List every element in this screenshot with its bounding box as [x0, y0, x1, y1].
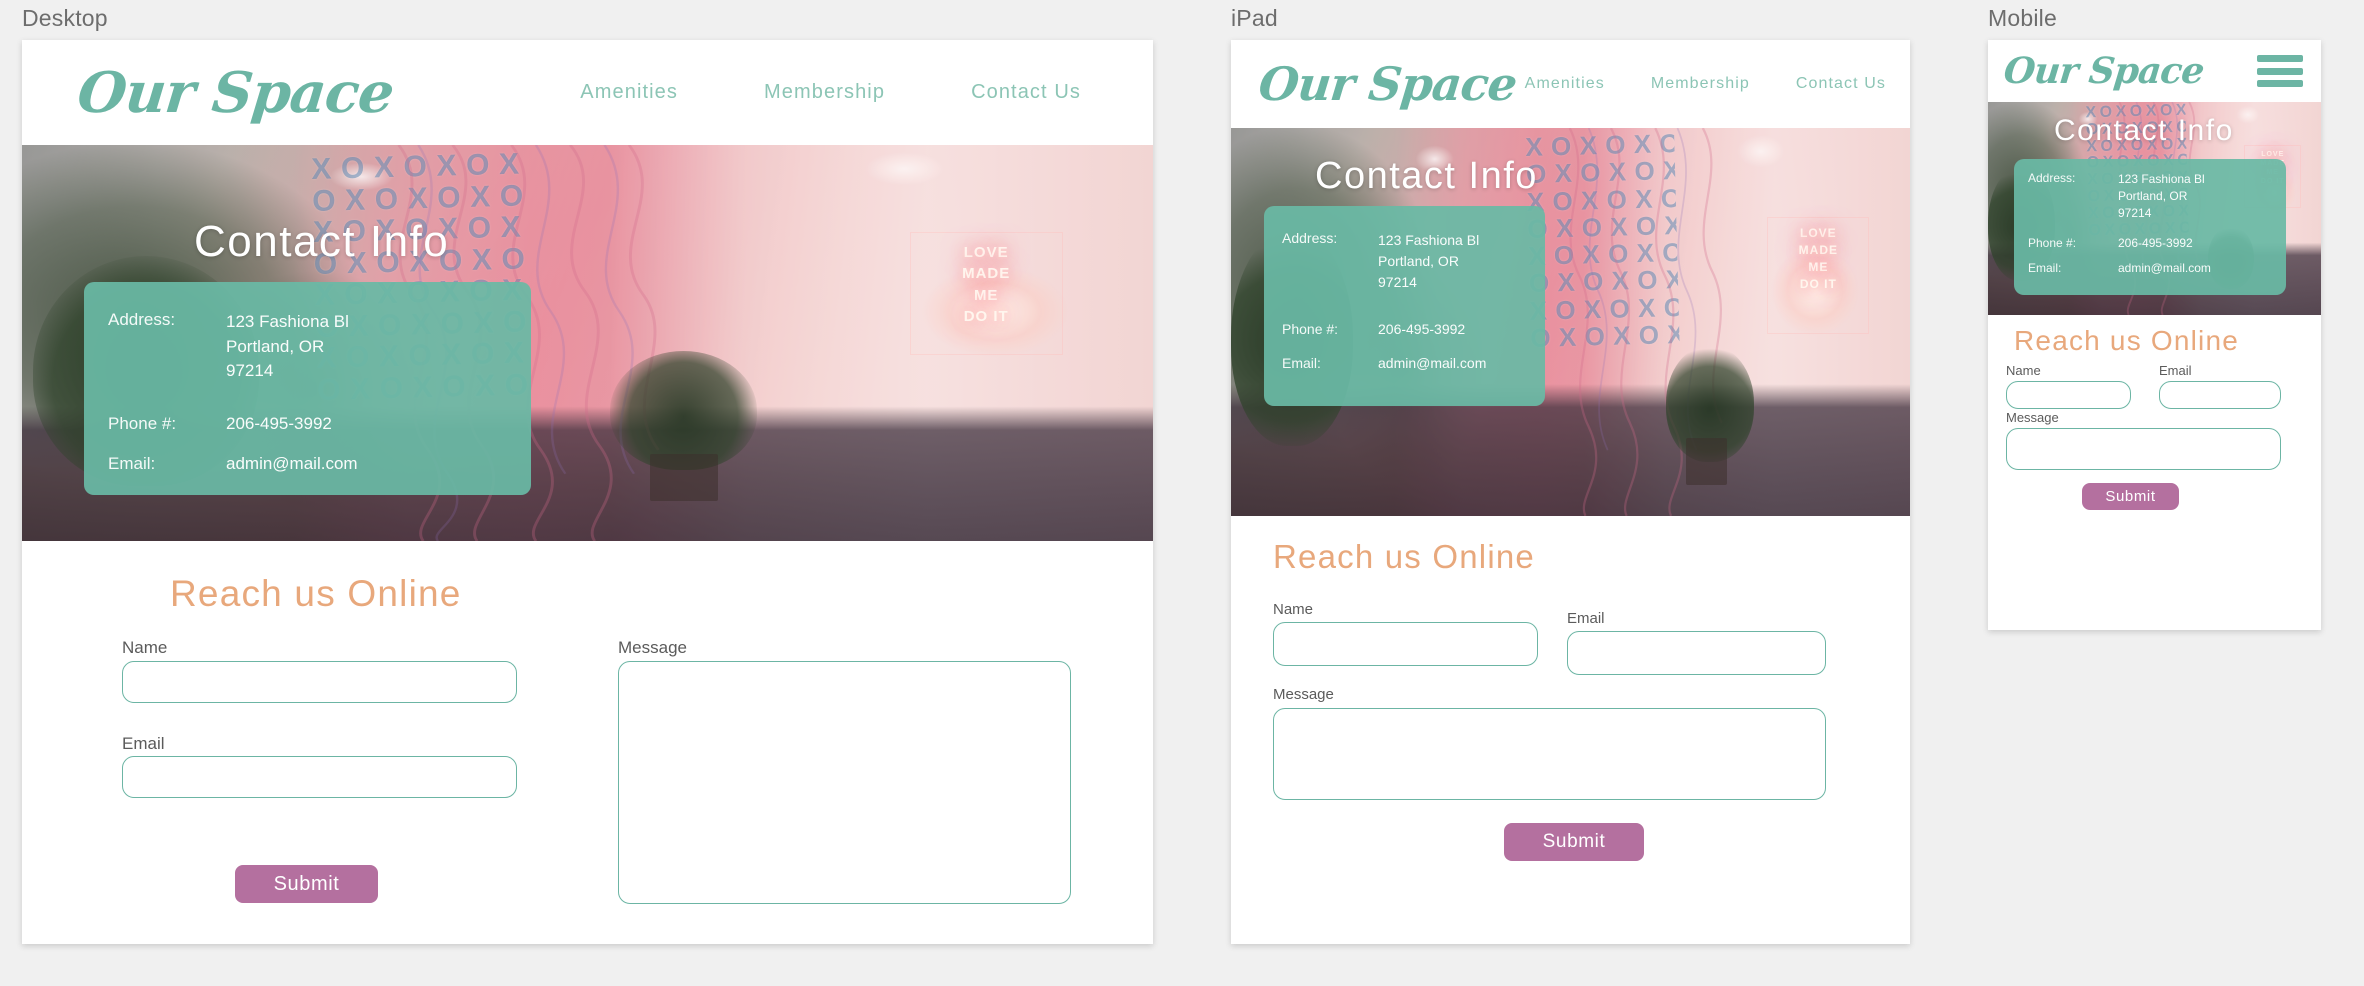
contact-row-phone: Phone #: 206-495-3992 [1264, 293, 1545, 337]
hero-title: Contact Info [2054, 114, 2234, 147]
brand-logo[interactable]: Our Space [1256, 57, 1519, 111]
contact-label-address: Address: [1282, 230, 1338, 246]
submit-button[interactable]: Submit [1504, 823, 1644, 861]
site-header: Our Space [1988, 40, 2321, 102]
hero-section: XOXOXOX OXOXOXO XOXOXOX OXOXOXO XOXOXOX … [1231, 128, 1910, 516]
potted-palm-center [610, 350, 758, 470]
contact-value-email: admin@mail.com [226, 453, 358, 473]
hamburger-bar [2257, 67, 2303, 75]
input-email[interactable] [122, 756, 517, 798]
hero-section: XOXOXOX OXOXOXO XOXOXOX OXOXOXO XOXOXOX … [22, 145, 1153, 541]
planter-pot [649, 453, 718, 502]
nav-link-contact-us[interactable]: Contact Us [1796, 75, 1886, 93]
nav-link-membership[interactable]: Membership [1651, 75, 1750, 93]
input-name[interactable] [122, 661, 517, 703]
brand-logo[interactable]: Our Space [75, 60, 397, 126]
form-title: Reach us Online [2014, 325, 2240, 356]
label-name: Name [122, 638, 168, 657]
contact-value-address: 123 Fashiona Bl Portland, OR 97214 [2118, 172, 2205, 221]
label-email: Email [2159, 363, 2192, 378]
contact-form-section: Reach us Online Name Email Message Submi… [22, 541, 1153, 944]
label-email: Email [122, 734, 165, 753]
input-email[interactable] [1567, 631, 1826, 675]
nav-link-amenities[interactable]: Amenities [1525, 75, 1605, 93]
input-message[interactable] [1273, 708, 1826, 800]
label-message: Message [1273, 686, 1334, 703]
label-message: Message [2006, 410, 2059, 425]
hamburger-bar [2257, 80, 2303, 87]
hamburger-bar [2257, 55, 2303, 62]
label-email: Email [1567, 610, 1605, 627]
contact-label-phone: Phone #: [1282, 321, 1339, 337]
submit-button[interactable]: Submit [235, 865, 378, 903]
label-name: Name [1273, 601, 1314, 618]
input-email[interactable] [2159, 381, 2281, 409]
submit-button[interactable]: Submit [2082, 483, 2179, 510]
main-nav: Amenities Membership Contact Us [1525, 75, 1910, 93]
contact-value-phone: 206-495-3992 [2118, 236, 2193, 251]
contact-label-email: Email: [108, 453, 156, 473]
contact-row-email: Email: admin@mail.com [2014, 250, 2286, 275]
contact-info-card: Address: 123 Fashiona Bl Portland, OR 97… [84, 282, 531, 495]
contact-label-email: Email: [2028, 261, 2062, 276]
contact-label-phone: Phone #: [108, 413, 177, 433]
viewport-label-mobile: Mobile [1988, 5, 2057, 31]
input-name[interactable] [1273, 622, 1538, 666]
label-name: Name [2006, 363, 2041, 378]
viewport-label-desktop: Desktop [22, 5, 108, 31]
contact-label-phone: Phone #: [2028, 236, 2077, 251]
input-message[interactable] [2006, 428, 2281, 470]
contact-label-address: Address: [108, 310, 176, 329]
responsive-preview-stage: Desktop Our Space Amenities Membership C… [0, 0, 2364, 986]
label-message: Message [618, 638, 687, 657]
planter-pot [1685, 438, 1727, 485]
contact-value-phone: 206-495-3992 [226, 413, 332, 433]
viewport-label-ipad: iPad [1231, 5, 1278, 31]
contact-form-section: Reach us Online Name Email Message Submi… [1988, 315, 2321, 630]
hero-section: XOXOXOX OXOXOXO XOXOXOX OXOXOXO XOXOXOX … [1988, 102, 2321, 315]
input-message[interactable] [618, 661, 1071, 904]
contact-row-phone: Phone #: 206-495-3992 [2014, 222, 2286, 250]
contact-row-address: Address: 123 Fashiona Bl Portland, OR 97… [1264, 206, 1545, 293]
nav-link-amenities[interactable]: Amenities [580, 81, 678, 104]
form-title: Reach us Online [1273, 538, 1535, 575]
contact-row-email: Email: admin@mail.com [1264, 337, 1545, 371]
contact-info-card: Address: 123 Fashiona Bl Portland, OR 97… [2014, 159, 2286, 295]
nav-link-contact-us[interactable]: Contact Us [971, 81, 1081, 104]
input-name[interactable] [2006, 381, 2131, 409]
contact-row-address: Address: 123 Fashiona Bl Portland, OR 97… [2014, 159, 2286, 222]
site-header: Our Space Amenities Membership Contact U… [22, 40, 1153, 145]
contact-value-email: admin@mail.com [1378, 355, 1487, 371]
contact-label-address: Address: [2028, 171, 2076, 185]
contact-value-address: 123 Fashiona Bl Portland, OR 97214 [1378, 232, 1480, 290]
contact-row-email: Email: admin@mail.com [84, 434, 531, 474]
mobile-preview-panel: Our Space XOXOXOX OXOXOXO XOXOXOX OXOXOX… [1988, 40, 2321, 630]
brand-logo[interactable]: Our Space [2002, 50, 2206, 92]
contact-value-address: 123 Fashiona Bl Portland, OR 97214 [226, 312, 349, 381]
nav-link-membership[interactable]: Membership [764, 81, 885, 104]
hero-title: Contact Info [1315, 155, 1538, 197]
contact-value-email: admin@mail.com [2118, 261, 2211, 276]
desktop-preview-panel: Our Space Amenities Membership Contact U… [22, 40, 1153, 944]
site-header: Our Space Amenities Membership Contact U… [1231, 40, 1910, 128]
contact-info-card: Address: 123 Fashiona Bl Portland, OR 97… [1264, 206, 1545, 406]
hero-title: Contact Info [194, 217, 450, 266]
contact-form-section: Reach us Online Name Email Message Submi… [1231, 516, 1910, 944]
hamburger-icon[interactable] [2257, 55, 2303, 87]
main-nav: Amenities Membership Contact Us [580, 81, 1153, 104]
form-title: Reach us Online [170, 573, 462, 614]
contact-row-phone: Phone #: 206-495-3992 [84, 384, 531, 434]
contact-row-address: Address: 123 Fashiona Bl Portland, OR 97… [84, 282, 531, 384]
contact-label-email: Email: [1282, 355, 1321, 371]
ipad-preview-panel: Our Space Amenities Membership Contact U… [1231, 40, 1910, 944]
contact-value-phone: 206-495-3992 [1378, 321, 1466, 337]
